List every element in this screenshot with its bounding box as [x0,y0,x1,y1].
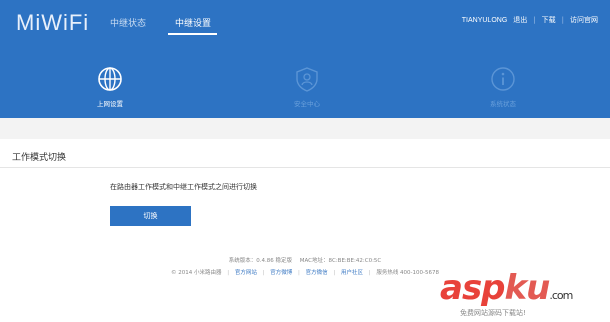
func-label: 系统状态 [490,100,516,108]
watermark-tagline: 免费网站源码下载站! [460,309,526,317]
divider [0,167,610,168]
aspku-watermark: aspku.com 免费网站源码下载站! [440,268,610,322]
official-website-link[interactable]: 官方网站 [235,270,257,276]
func-system-status[interactable]: 系统状态 [473,66,533,108]
service-hotline: 服务热线 400-100-5678 [376,270,440,276]
official-wechat-link[interactable]: 官方微信 [306,270,328,276]
user-community-link[interactable]: 用户社区 [341,270,363,276]
mac-address: MAC地址：8C:BE:BE:42:C0:5C [299,258,382,264]
func-internet-settings[interactable]: 上网设置 [80,66,140,108]
shield-user-icon [294,66,320,92]
func-label: 安全中心 [294,100,320,108]
separator: | [227,270,230,276]
official-weibo-link[interactable]: 官方微博 [270,270,292,276]
info-icon [490,66,516,92]
miwifi-logo[interactable]: MiWiFi [16,10,89,36]
switch-mode-button[interactable]: 切换 [110,206,191,226]
globe-icon [97,66,123,92]
user-links: TIANYULONG 退出 | 下载 | 访问官网 [462,15,598,25]
separator: | [262,270,265,276]
separator: | [368,270,371,276]
system-version: 系统版本：0.4.86 稳定版 [228,258,292,264]
separator: | [533,16,536,24]
func-security-center[interactable]: 安全中心 [277,66,337,108]
official-site-link[interactable]: 访问官网 [570,15,598,25]
top-header: MiWiFi 中继状态 中继设置 TIANYULONG 退出 | 下载 | 访问… [0,0,610,118]
separator: | [297,270,300,276]
user-name: TIANYULONG [461,16,508,24]
download-link[interactable]: 下载 [542,15,556,25]
tab-relay-settings[interactable]: 中继设置 [175,16,211,29]
tab-relay-status[interactable]: 中继状态 [110,16,146,29]
logout-link[interactable]: 退出 [513,15,527,25]
watermark-logo: aspku.com [440,268,573,308]
active-tab-indicator [168,33,217,35]
panel-title: 工作模式切换 [12,153,67,163]
copyright: © 2014 小米路由器 [170,270,222,276]
separator: | [561,16,564,24]
separator: | [333,270,336,276]
mode-description: 在路由器工作模式和中继工作模式之间进行切换 [110,183,257,191]
footer-system-info: 系统版本：0.4.86 稳定版 MAC地址：8C:BE:BE:42:C0:5C [0,256,610,264]
func-label: 上网设置 [97,100,123,108]
